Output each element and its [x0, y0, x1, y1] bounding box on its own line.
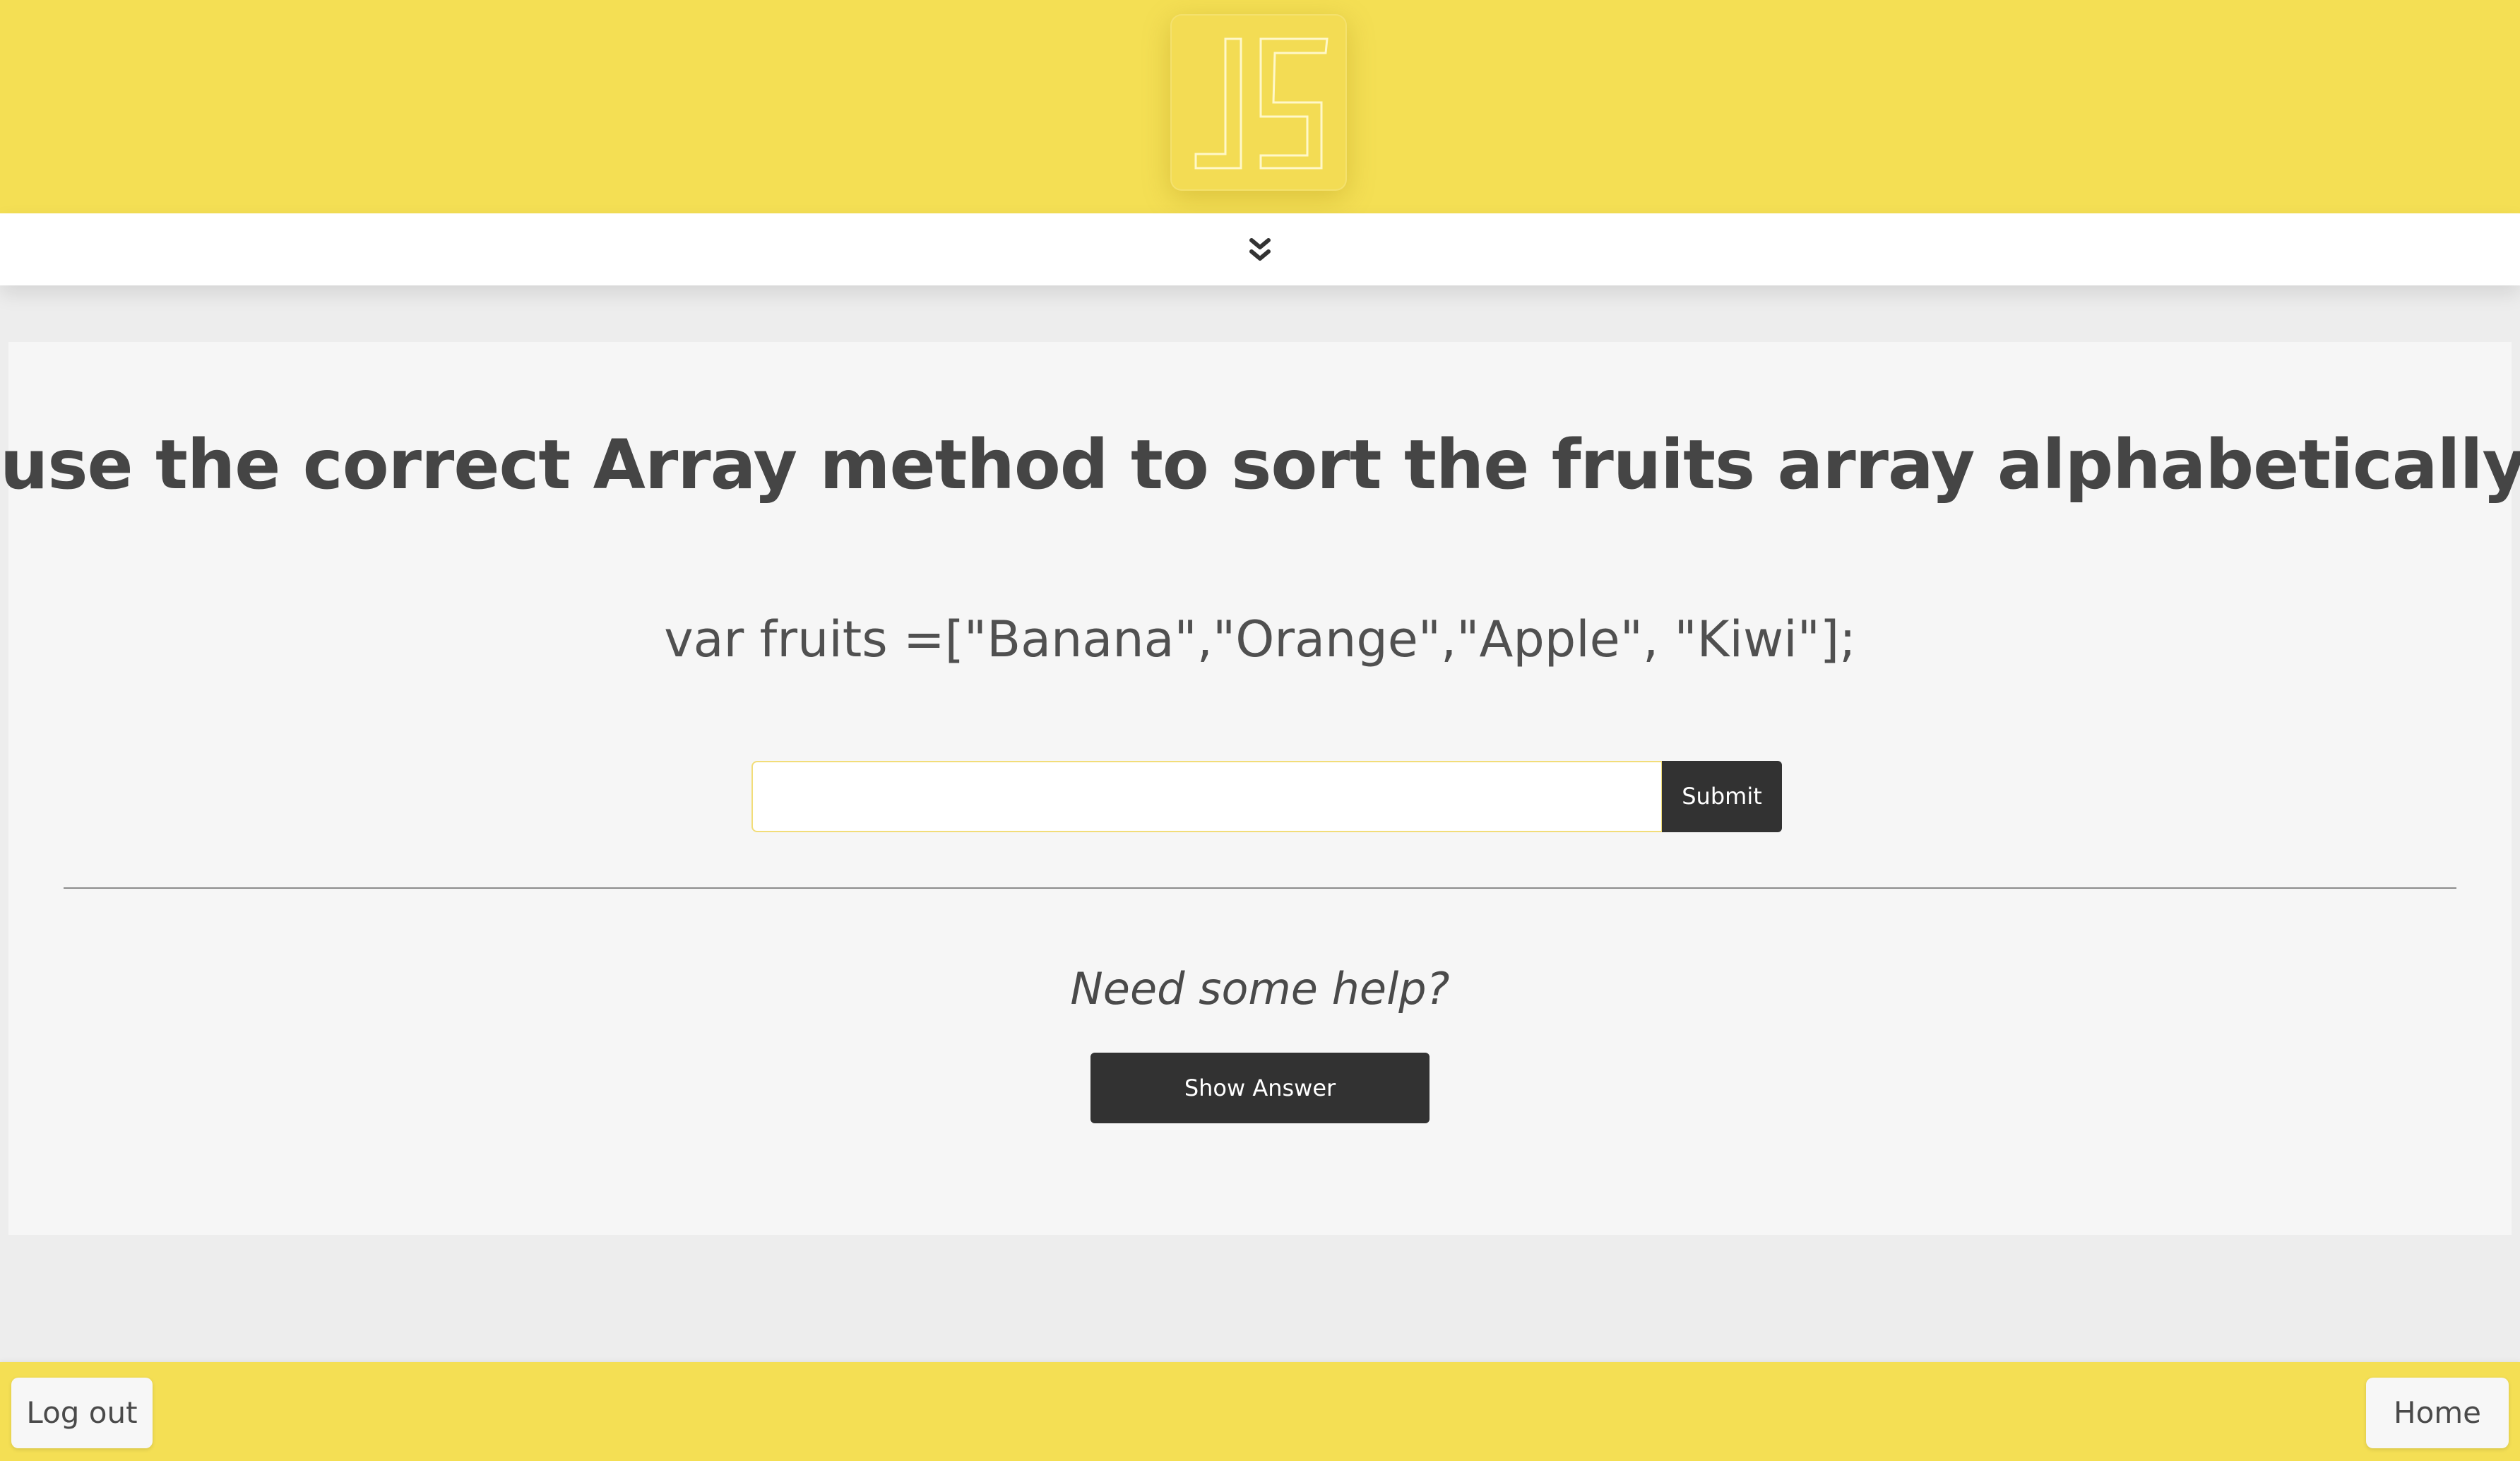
question-title: use the correct Array method to sort the… [0, 425, 2520, 504]
answer-input[interactable] [751, 761, 1663, 832]
submit-button[interactable]: Submit [1662, 761, 1782, 832]
double-chevron-down-icon[interactable] [1249, 236, 1271, 264]
help-prompt: Need some help? [1070, 963, 1450, 1015]
code-snippet: var fruits =["Banana","Orange","Apple", … [664, 610, 1856, 668]
footer-bar [0, 1362, 2520, 1461]
divider [64, 887, 2456, 889]
show-answer-button[interactable]: Show Answer [1090, 1053, 1430, 1123]
home-button[interactable]: Home [2366, 1378, 2509, 1448]
js-logo-icon [1194, 37, 1329, 170]
logout-button[interactable]: Log out [11, 1378, 153, 1448]
js-logo[interactable] [1170, 14, 1347, 191]
header-bar [0, 0, 2520, 213]
